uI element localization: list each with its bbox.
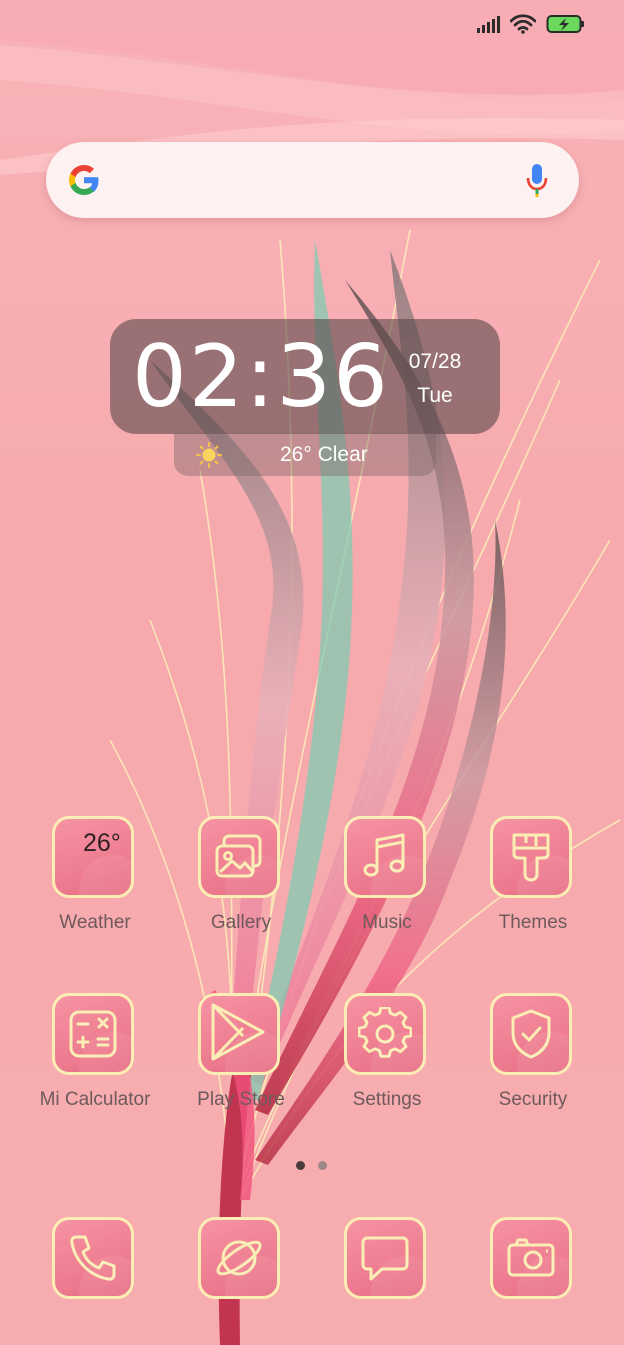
dock-phone[interactable] bbox=[20, 1217, 170, 1345]
page-dot[interactable] bbox=[318, 1161, 327, 1170]
phone-icon bbox=[70, 1235, 116, 1281]
app-play-store[interactable]: Play Store bbox=[166, 993, 316, 1133]
app-security[interactable]: Security bbox=[458, 993, 608, 1133]
app-gallery[interactable]: Gallery bbox=[166, 816, 316, 956]
mic-icon[interactable] bbox=[525, 162, 549, 198]
app-label: Gallery bbox=[210, 912, 272, 933]
dock-messages[interactable] bbox=[312, 1217, 462, 1345]
home-screen: 02:36 07/28 Tue 26° Clear 26° Weather Ga… bbox=[0, 0, 624, 1345]
signal-icon bbox=[477, 16, 500, 33]
page-indicator[interactable] bbox=[296, 1161, 327, 1170]
google-search-bar[interactable] bbox=[46, 142, 579, 218]
browser-icon bbox=[216, 1240, 262, 1276]
gear-icon bbox=[358, 1007, 412, 1058]
themes-icon bbox=[512, 833, 550, 882]
app-label: Security bbox=[498, 1089, 568, 1110]
gallery-tile[interactable] bbox=[198, 816, 280, 898]
shield-icon bbox=[511, 1009, 551, 1059]
play-store-icon bbox=[211, 1003, 265, 1061]
status-bar bbox=[476, 14, 586, 34]
clock-time: 02:36 bbox=[132, 327, 390, 427]
camera-tile[interactable] bbox=[490, 1217, 572, 1299]
play-store-tile[interactable] bbox=[198, 993, 280, 1075]
weather-text: 26° Clear bbox=[280, 443, 368, 466]
phone-tile[interactable] bbox=[52, 1217, 134, 1299]
app-settings[interactable]: Settings bbox=[312, 993, 462, 1133]
app-label: Music bbox=[362, 912, 412, 933]
app-mi-calculator[interactable]: Mi Calculator bbox=[20, 993, 170, 1133]
app-themes[interactable]: Themes bbox=[458, 816, 608, 956]
music-tile[interactable] bbox=[344, 816, 426, 898]
weather-icon[interactable]: 26° bbox=[52, 816, 134, 898]
sun-icon bbox=[196, 442, 222, 468]
google-icon bbox=[69, 165, 99, 195]
page-dot-active[interactable] bbox=[296, 1161, 305, 1170]
app-label: Weather bbox=[59, 912, 131, 933]
day-label: Tue bbox=[417, 384, 453, 407]
date-label: 07/28 bbox=[408, 350, 462, 373]
calculator-tile[interactable] bbox=[52, 993, 134, 1075]
app-label: Themes bbox=[498, 912, 568, 933]
app-label: Play Store bbox=[197, 1089, 285, 1110]
app-label: Settings bbox=[352, 1089, 422, 1110]
themes-tile[interactable] bbox=[490, 816, 572, 898]
messages-icon bbox=[361, 1236, 409, 1281]
dock-camera[interactable] bbox=[458, 1217, 608, 1345]
wifi-icon bbox=[510, 14, 536, 34]
security-tile[interactable] bbox=[490, 993, 572, 1075]
messages-tile[interactable] bbox=[344, 1217, 426, 1299]
calculator-icon bbox=[69, 1010, 117, 1058]
app-music[interactable]: Music bbox=[312, 816, 462, 956]
clock-widget[interactable]: 02:36 07/28 Tue bbox=[110, 319, 500, 434]
dock-browser[interactable] bbox=[166, 1217, 316, 1345]
app-weather[interactable]: 26° Weather bbox=[20, 816, 170, 956]
weather-strip[interactable]: 26° Clear bbox=[174, 433, 436, 476]
clock-date: 07/28 Tue bbox=[405, 345, 465, 413]
gallery-icon bbox=[215, 834, 262, 878]
camera-icon bbox=[507, 1238, 555, 1277]
battery-charging-icon bbox=[546, 15, 584, 33]
app-label: Mi Calculator bbox=[39, 1089, 151, 1110]
settings-tile[interactable] bbox=[344, 993, 426, 1075]
browser-tile[interactable] bbox=[198, 1217, 280, 1299]
weather-temp: 26° bbox=[83, 829, 121, 857]
music-icon bbox=[363, 833, 405, 877]
